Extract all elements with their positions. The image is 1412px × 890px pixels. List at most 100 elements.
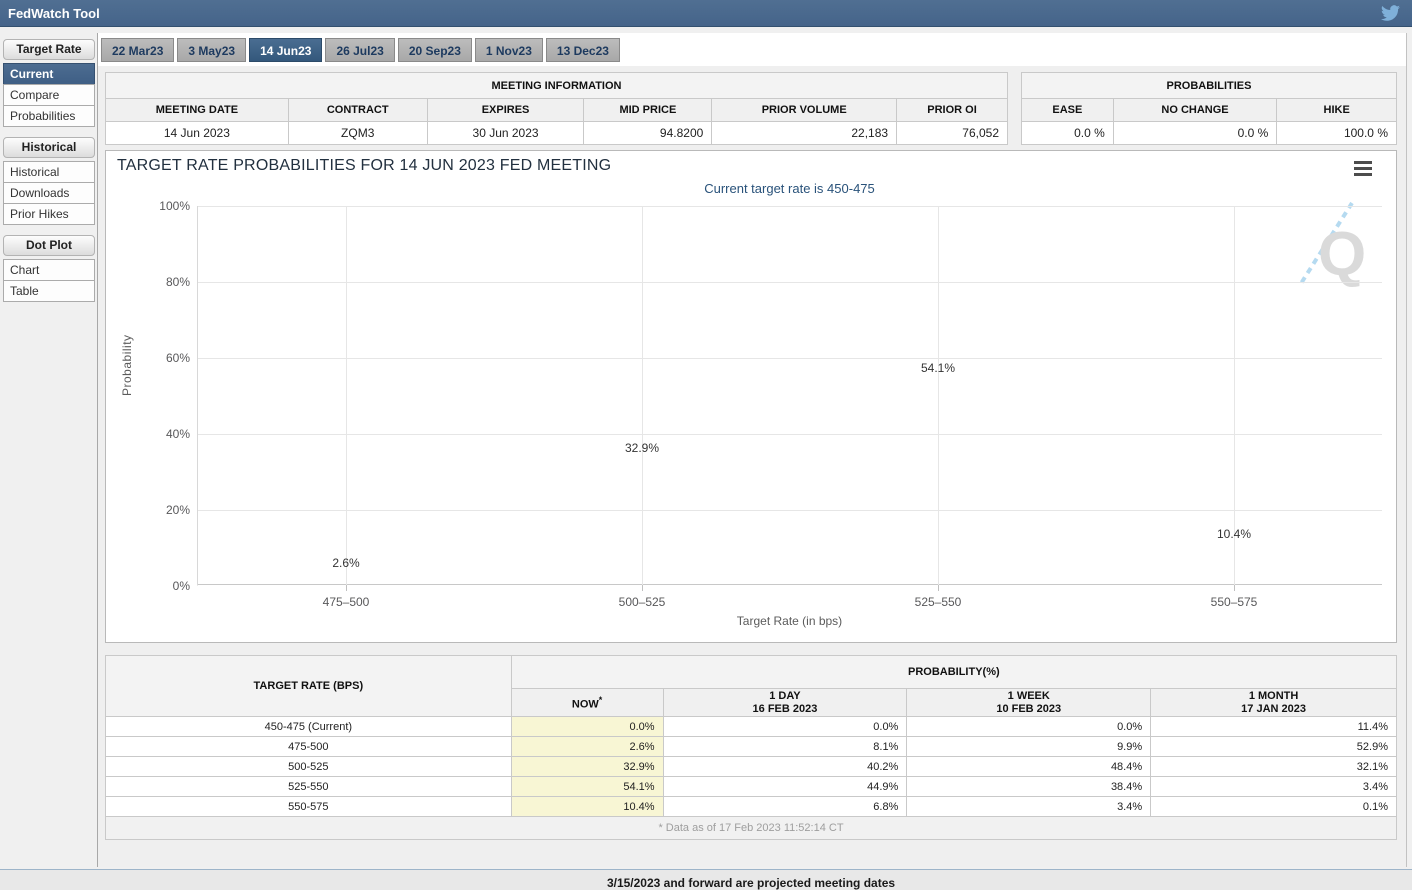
sidebar-section-historical: Historical <box>3 137 95 158</box>
day-cell: 8.1% <box>663 737 907 757</box>
mid-price-value: 94.8200 <box>584 122 712 145</box>
x-cat-475-500: 475–500 <box>266 595 426 609</box>
col-no-change: NO CHANGE <box>1113 99 1277 122</box>
meeting-date-value: 14 Jun 2023 <box>106 122 289 145</box>
rate-cell: 475-500 <box>106 737 512 757</box>
table-row: 525-550 54.1% 44.9% 38.4% 3.4% <box>106 777 1397 797</box>
col-1-month: 1 MONTH17 JAN 2023 <box>1151 689 1397 717</box>
bar-525-550[interactable]: 54.1% <box>878 380 998 585</box>
y-tick-0: 0% <box>140 579 190 593</box>
plot-area: 100% 80% 60% 40% 20% 0% 2.6% 32.9% 54.1% <box>197 206 1382 586</box>
sidebar-item-historical[interactable]: Historical <box>3 161 95 183</box>
col-1-week: 1 WEEK10 FEB 2023 <box>907 689 1151 717</box>
day-cell: 40.2% <box>663 757 907 777</box>
tab-20sep23[interactable]: 20 Sep23 <box>398 38 472 62</box>
probabilities-table: PROBABILITIES EASE NO CHANGE HIKE 0.0 % … <box>1021 72 1397 145</box>
sidebar-item-probabilities[interactable]: Probabilities <box>3 105 95 127</box>
now-cell: 54.1% <box>511 777 663 797</box>
top-bar: FedWatch Tool <box>0 0 1412 27</box>
probabilities-title: PROBABILITIES <box>1022 73 1397 99</box>
bar-475-500[interactable]: 2.6% <box>286 575 406 585</box>
month-cell: 52.9% <box>1151 737 1397 757</box>
week-cell: 3.4% <box>907 797 1151 817</box>
y-axis-title: Probability <box>120 334 134 396</box>
col-hike: HIKE <box>1277 99 1397 122</box>
col-1-day: 1 DAY16 FEB 2023 <box>663 689 907 717</box>
twitter-icon[interactable] <box>1381 5 1400 21</box>
tab-13dec23[interactable]: 13 Dec23 <box>546 38 620 62</box>
week-cell: 48.4% <box>907 757 1151 777</box>
col-expires: EXPIRES <box>427 99 584 122</box>
tab-3may23[interactable]: 3 May23 <box>177 38 246 62</box>
x-cat-550-575: 550–575 <box>1154 595 1314 609</box>
probability-chart: TARGET RATE PROBABILITIES FOR 14 JUN 202… <box>105 150 1397 643</box>
sidebar-item-prior-hikes[interactable]: Prior Hikes <box>3 203 95 225</box>
month-cell: 0.1% <box>1151 797 1397 817</box>
chart-title: TARGET RATE PROBABILITIES FOR 14 JUN 202… <box>117 157 611 175</box>
tab-14jun23[interactable]: 14 Jun23 <box>249 38 322 62</box>
now-cell: 32.9% <box>511 757 663 777</box>
bar-label-525-550: 54.1% <box>838 361 1038 375</box>
sidebar-item-downloads[interactable]: Downloads <box>3 182 95 204</box>
y-tick-60: 60% <box>140 351 190 365</box>
table-row: 500-525 32.9% 40.2% 48.4% 32.1% <box>106 757 1397 777</box>
col-ease: EASE <box>1022 99 1114 122</box>
projected-dates-note: 3/15/2023 and forward are projected meet… <box>105 876 1397 890</box>
sidebar: Target Rate Current Compare Probabilitie… <box>3 39 95 302</box>
no-change-value: 0.0 % <box>1113 122 1277 145</box>
col-now: NOW* <box>511 689 663 717</box>
tab-22mar23[interactable]: 22 Mar23 <box>101 38 174 62</box>
y-tick-100: 100% <box>140 199 190 213</box>
contract-value: ZQM3 <box>288 122 427 145</box>
sidebar-item-current[interactable]: Current <box>3 63 95 85</box>
sidebar-item-table[interactable]: Table <box>3 280 95 302</box>
now-cell: 2.6% <box>511 737 663 757</box>
day-cell: 0.0% <box>663 717 907 737</box>
week-cell: 0.0% <box>907 717 1151 737</box>
col-probability-group: PROBABILITY(%) <box>511 656 1396 689</box>
month-cell: 11.4% <box>1151 717 1397 737</box>
table-row: 450-475 (Current) 0.0% 0.0% 0.0% 11.4% <box>106 717 1397 737</box>
chart-subtitle: Current target rate is 450-475 <box>197 181 1382 196</box>
month-cell: 32.1% <box>1151 757 1397 777</box>
meeting-information-table: MEETING INFORMATION MEETING DATE CONTRAC… <box>105 72 1008 145</box>
col-contract: CONTRACT <box>288 99 427 122</box>
prior-volume-value: 22,183 <box>712 122 897 145</box>
table-row: 550-575 10.4% 6.8% 3.4% 0.1% <box>106 797 1397 817</box>
y-tick-40: 40% <box>140 427 190 441</box>
col-prior-volume: PRIOR VOLUME <box>712 99 897 122</box>
sidebar-section-dot-plot: Dot Plot <box>3 235 95 256</box>
app-title: FedWatch Tool <box>8 6 100 21</box>
bar-550-575[interactable]: 10.4% <box>1174 546 1294 585</box>
hike-value: 100.0 % <box>1277 122 1397 145</box>
y-tick-80: 80% <box>140 275 190 289</box>
day-cell: 6.8% <box>663 797 907 817</box>
col-mid-price: MID PRICE <box>584 99 712 122</box>
col-prior-oi: PRIOR OI <box>897 99 1008 122</box>
rate-cell: 525-550 <box>106 777 512 797</box>
bar-label-550-575: 10.4% <box>1134 527 1334 541</box>
week-cell: 38.4% <box>907 777 1151 797</box>
bar-500-525[interactable]: 32.9% <box>582 460 702 585</box>
sidebar-item-compare[interactable]: Compare <box>3 84 95 106</box>
day-cell: 44.9% <box>663 777 907 797</box>
tab-1nov23[interactable]: 1 Nov23 <box>475 38 543 62</box>
table-row: 475-500 2.6% 8.1% 9.9% 52.9% <box>106 737 1397 757</box>
x-axis-title: Target Rate (in bps) <box>197 614 1382 628</box>
tab-26jul23[interactable]: 26 Jul23 <box>325 38 394 62</box>
chart-menu-icon[interactable] <box>1354 161 1372 179</box>
sidebar-section-target-rate: Target Rate <box>3 39 95 60</box>
now-cell: 0.0% <box>511 717 663 737</box>
week-cell: 9.9% <box>907 737 1151 757</box>
x-cat-525-550: 525–550 <box>858 595 1018 609</box>
bar-label-475-500: 2.6% <box>246 556 446 570</box>
meeting-info-title: MEETING INFORMATION <box>106 73 1008 99</box>
probability-history-table: TARGET RATE (BPS) PROBABILITY(%) NOW* 1 … <box>105 655 1397 840</box>
rate-cell: 450-475 (Current) <box>106 717 512 737</box>
now-cell: 10.4% <box>511 797 663 817</box>
main-panel: 22 Mar23 3 May23 14 Jun23 26 Jul23 20 Se… <box>97 33 1407 867</box>
sidebar-item-chart[interactable]: Chart <box>3 259 95 281</box>
y-tick-20: 20% <box>140 503 190 517</box>
data-as-of-footnote: * Data as of 17 Feb 2023 11:52:14 CT <box>106 817 1397 840</box>
rate-cell: 500-525 <box>106 757 512 777</box>
